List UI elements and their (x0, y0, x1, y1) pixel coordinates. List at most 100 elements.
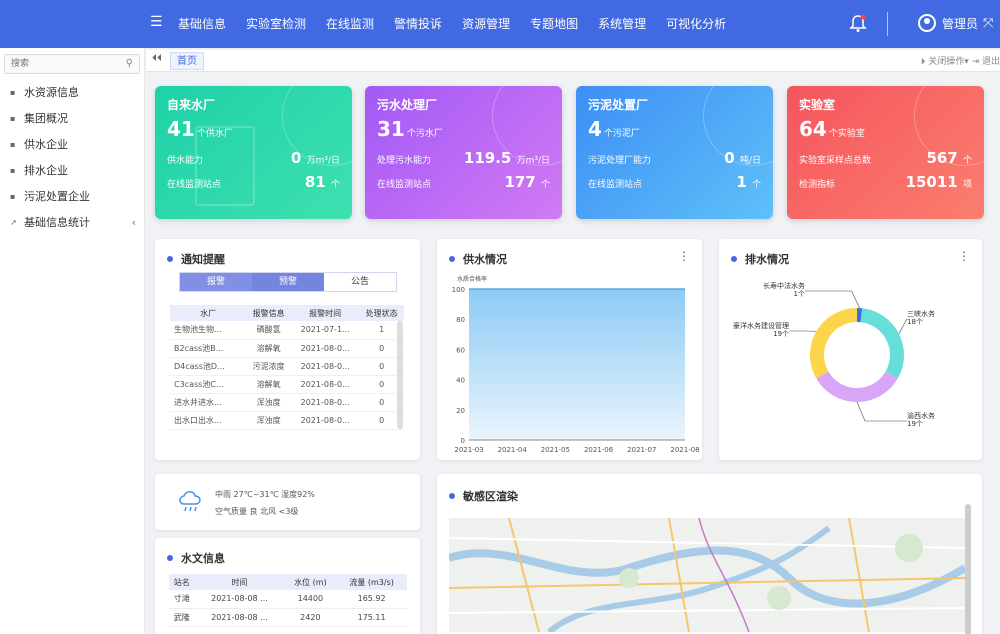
tab-warning[interactable]: 预警 (252, 273, 324, 291)
sidebar-item-label: 排水企业 (24, 164, 68, 177)
table-cell: B2cass池B... (170, 339, 247, 358)
bell-icon[interactable] (848, 14, 868, 34)
sidebar-item-sludge-enterprise[interactable]: ▪ 污泥处置企业 (0, 184, 144, 210)
y-axis-label: 水质合格率 (457, 275, 487, 283)
sidebar-item-label: 集团概况 (24, 112, 68, 125)
map-view[interactable] (449, 518, 965, 632)
sidebar-item-water-resources[interactable]: ▪ 水资源信息 (0, 80, 144, 106)
table-cell: 2021-08-0... (290, 411, 360, 430)
tab-announcement[interactable]: 公告 (324, 273, 396, 291)
sidebar-item-basic-stats[interactable]: ↗ 基础信息统计 ‹ (0, 210, 144, 236)
slice-label: 19个 (907, 420, 923, 428)
nav-item-resource-mgmt[interactable]: 资源管理 (452, 0, 520, 48)
card-r2-value: 15011 (905, 173, 958, 191)
y-tick-label: 0 (461, 437, 465, 445)
user-menu[interactable]: 管理员 (918, 14, 978, 32)
leader-line (789, 330, 817, 332)
slice-label: 18个 (907, 318, 923, 326)
chart-icon: ↗ (10, 218, 17, 227)
sidebar-item-drainage-enterprise[interactable]: ▪ 排水企业 (0, 158, 144, 184)
slice-label: 豪洋水务建设管理 (733, 321, 789, 330)
search-icon[interactable]: ⚲ (126, 58, 133, 69)
table-cell: 14400 (284, 590, 337, 609)
table-cell: 2021-08-0... (290, 393, 360, 412)
slice-label: 渝西水务 (907, 411, 935, 420)
weather-line-1: 中雨 27℃~31℃ 湿度92% (215, 490, 315, 499)
weather-line-2: 空气质量 良 北风 <3级 (215, 507, 299, 516)
pie-slice[interactable] (810, 308, 857, 379)
table-row[interactable]: B2cass池B... 溶解氧 2021-08-0... 0 (170, 339, 404, 358)
table-cell: 浑浊度 (246, 393, 291, 412)
table-row[interactable]: 寸滩 2021-08-08 ... 14400 165.92 (169, 590, 407, 609)
card-r2-value: 81 (304, 173, 326, 191)
pie-slice[interactable] (816, 371, 898, 403)
title-dot (167, 256, 173, 262)
hydro-panel: 水文信息 站名 时间 水位 (m) 流量 (m3/s) 寸滩 2021-08-08… (155, 538, 420, 634)
card-count-unit: 个实验室 (828, 129, 865, 139)
sidebar-item-label: 水资源信息 (24, 86, 79, 99)
nav-item-basic-info[interactable]: 基础信息 (168, 0, 236, 48)
card-r1-label: 实验室采样点总数 (799, 156, 872, 166)
card-count: 31 (377, 117, 405, 141)
back-icon[interactable]: ⏴⏴ (152, 53, 162, 64)
top-navbar: ☰ 基础信息 实验室检测 在线监测 警情投诉 资源管理 专题地图 系统管理 可视… (0, 0, 1000, 48)
nav-item-visual-analysis[interactable]: 可视化分析 (656, 0, 736, 48)
table-row[interactable]: 出水口出水... 浑浊度 2021-08-0... 0 (170, 411, 404, 430)
card-r1-label: 污泥处理厂能力 (588, 156, 652, 166)
table-row[interactable]: 进水井进水... 浑浊度 2021-08-0... 0 (170, 393, 404, 412)
pie-slice[interactable] (860, 308, 904, 379)
table-cell: C3cass池C... (170, 375, 247, 394)
table-cell: 污泥浓度 (246, 357, 291, 376)
tab-home[interactable]: 首页 (170, 52, 204, 70)
x-tick-label: 2021-05 (541, 446, 570, 454)
slice-label: 三峡水务 (907, 309, 935, 318)
table-row[interactable]: D4cass池D... 污泥浓度 2021-08-0... 0 (170, 357, 404, 376)
chevron-left-icon: ‹ (131, 216, 136, 229)
card-count: 4 (588, 117, 602, 141)
table-header: 报警时间 (290, 305, 360, 321)
drainage-donut-chart: 长寿中法水务1个三峡水务18个渝西水务19个豪洋水务建设管理19个 (733, 281, 935, 428)
fullscreen-icon[interactable]: ⤧ (983, 16, 993, 31)
y-tick-label: 80 (456, 316, 465, 324)
sidebar-search-input[interactable] (5, 55, 115, 73)
map-scrollbar[interactable] (965, 504, 971, 634)
table-cell: 武隆 (169, 608, 195, 627)
y-tick-label: 60 (456, 346, 465, 354)
tab-bar: ⏴⏴ 首页 ⏵ 关闭操作▾ ⇥ 退出 (146, 50, 1000, 72)
table-header: 时间 (194, 574, 285, 590)
table-header: 水厂 (170, 305, 247, 321)
hydro-table: 站名 时间 水位 (m) 流量 (m3/s) 寸滩 2021-08-08 ... 1… (169, 574, 407, 627)
menu-toggle-icon[interactable]: ☰ (150, 14, 163, 30)
y-tick-label: 20 (456, 407, 465, 415)
leader-line (805, 290, 860, 309)
leader-line (898, 318, 908, 334)
table-row[interactable]: 生物池生物... 磷酸氢 2021-07-1... 1 (170, 321, 404, 340)
table-cell: D4cass池D... (170, 357, 247, 376)
sidebar: ⚲ ▪ 水资源信息 ▪ 集团概况 ▪ 供水企业 ▪ 排水企业 ▪ 污泥处置企业 ↗ 基础信息… (0, 48, 145, 634)
x-tick-label: 2021-08 (670, 446, 699, 454)
table-row[interactable]: 武隆 2021-08-08 ... 2420 175.11 (169, 608, 407, 627)
table-row[interactable]: C3cass池C... 溶解氧 2021-08-0... 0 (170, 375, 404, 394)
nav-item-thematic-map[interactable]: 专题地图 (520, 0, 588, 48)
nav-item-online-monitor[interactable]: 在线监测 (316, 0, 384, 48)
sidebar-item-group-overview[interactable]: ▪ 集团概况 (0, 106, 144, 132)
nav-item-system-mgmt[interactable]: 系统管理 (588, 0, 656, 48)
rain-cloud-icon (179, 491, 201, 512)
table-cell: 175.11 (336, 608, 407, 627)
nav-item-alarm-complaint[interactable]: 警情投诉 (384, 0, 452, 48)
nav-item-lab-test[interactable]: 实验室检测 (236, 0, 316, 48)
tab-alarm[interactable]: 报警 (180, 273, 252, 291)
card-laboratory: 实验室 64 个实验室 实验室采样点总数 567 个 检测指标 15011 项 (787, 86, 984, 219)
doc-icon: ▪ (10, 192, 16, 201)
table-scrollbar[interactable] (397, 321, 403, 429)
table-header: 报警信息 (246, 305, 291, 321)
table-cell: 溶解氧 (246, 339, 291, 358)
card-r2-label: 在线监测站点 (588, 180, 643, 190)
sidebar-item-supply-enterprise[interactable]: ▪ 供水企业 (0, 132, 144, 158)
notice-tabs: 报警 预警 公告 (179, 272, 397, 292)
supply-panel: 供水情况 ⋮ 水质合格率 0 20 40 60 80 100 2021-03 2021-04 20… (437, 239, 702, 460)
card-r2-unit: 个 (540, 180, 550, 190)
table-cell: 2021-08-0... (290, 357, 360, 376)
card-sewage-plant: 污水处理厂 31 个污水厂 处理污水能力 119.5 万m³/日 在线监测站点 177… (365, 86, 562, 219)
tab-actions[interactable]: ⏵ 关闭操作▾ ⇥ 退出 (921, 54, 1000, 67)
